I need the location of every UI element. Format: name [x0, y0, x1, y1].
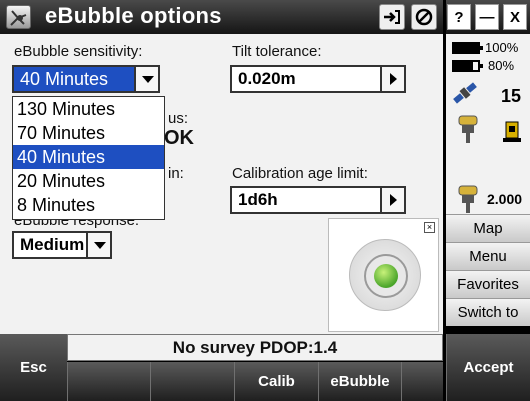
battery-2-percent: 80%: [488, 58, 515, 73]
cancel-icon[interactable]: [411, 4, 437, 30]
dropdown-option[interactable]: 20 Minutes: [13, 169, 164, 193]
response-value: Medium: [20, 235, 85, 254]
esc-button[interactable]: Esc: [0, 334, 67, 401]
battery-level-1: [454, 44, 478, 52]
softkey-empty[interactable]: [401, 362, 443, 401]
main-panel: eBubble sensitivity: 40 Minutes Tilt tol…: [0, 34, 443, 334]
calib-button[interactable]: Calib: [234, 362, 318, 401]
chevron-right-icon[interactable]: [380, 186, 406, 214]
calibration-age-label: Calibration age limit:: [232, 165, 368, 182]
antenna-height: 2.000: [487, 191, 523, 207]
partial-status-value: OK: [164, 127, 194, 149]
tilt-value: 0.020m: [238, 69, 296, 88]
receiver-icon: [458, 115, 478, 143]
chevron-down-icon[interactable]: [86, 231, 112, 259]
battery-1-percent: 100%: [485, 40, 519, 55]
tilt-label: Tilt tolerance:: [232, 43, 322, 60]
satellite-count: 15: [501, 86, 522, 106]
sensitivity-value: 40 Minutes: [20, 69, 109, 89]
battery-icon: [452, 42, 483, 54]
dropdown-option-selected[interactable]: 40 Minutes: [13, 145, 164, 169]
favorites-button[interactable]: Favorites: [446, 270, 530, 298]
accept-button[interactable]: Accept: [446, 334, 530, 401]
chevron-down-icon[interactable]: [134, 65, 160, 93]
minimize-button[interactable]: —: [475, 4, 499, 30]
menu-button[interactable]: Menu: [446, 242, 530, 270]
bubble-ring: [349, 239, 421, 311]
calibration-age-field[interactable]: 1d6h: [230, 186, 406, 214]
close-button[interactable]: X: [503, 4, 527, 30]
switch-to-button[interactable]: Switch to: [446, 298, 530, 326]
partial-label: us:: [168, 110, 189, 127]
help-button[interactable]: ?: [447, 4, 471, 30]
bubble-icon: [374, 264, 398, 288]
softkey-empty[interactable]: [67, 362, 150, 401]
battery-level-2: [454, 62, 474, 70]
partial-label: in:: [168, 165, 184, 182]
bubble-target: [364, 254, 408, 298]
sensitivity-dropdown-list[interactable]: 130 Minutes 70 Minutes 40 Minutes 20 Min…: [12, 96, 165, 220]
sensitivity-select[interactable]: 40 Minutes: [12, 65, 160, 93]
window-controls: ? — X: [446, 0, 530, 34]
sensitivity-label: eBubble sensitivity:: [14, 43, 143, 60]
satellite-icon: [453, 82, 477, 104]
map-button[interactable]: Map: [446, 214, 530, 242]
exit-icon[interactable]: [379, 4, 405, 30]
battery-icon: [452, 60, 483, 72]
calibration-age-value: 1d6h: [238, 190, 278, 209]
ebubble-panel: ×: [328, 218, 439, 332]
close-icon[interactable]: ×: [424, 222, 435, 233]
dropdown-option[interactable]: 70 Minutes: [13, 121, 164, 145]
softkey-empty[interactable]: [150, 362, 234, 401]
dropdown-option[interactable]: 8 Minutes: [13, 193, 164, 217]
title-bar: eBubble options: [0, 0, 443, 34]
dropdown-option[interactable]: 130 Minutes: [13, 97, 164, 121]
response-select[interactable]: Medium: [12, 231, 112, 259]
app-icon[interactable]: [6, 5, 31, 29]
tilt-field[interactable]: 0.020m: [230, 65, 406, 93]
ebubble-button[interactable]: eBubble: [318, 362, 401, 401]
receiver-icon: [458, 185, 478, 213]
chevron-right-icon[interactable]: [380, 65, 406, 93]
page-title: eBubble options: [45, 3, 222, 28]
total-station-icon: [503, 121, 521, 142]
status-bar: No survey PDOP:1.4: [67, 334, 443, 361]
